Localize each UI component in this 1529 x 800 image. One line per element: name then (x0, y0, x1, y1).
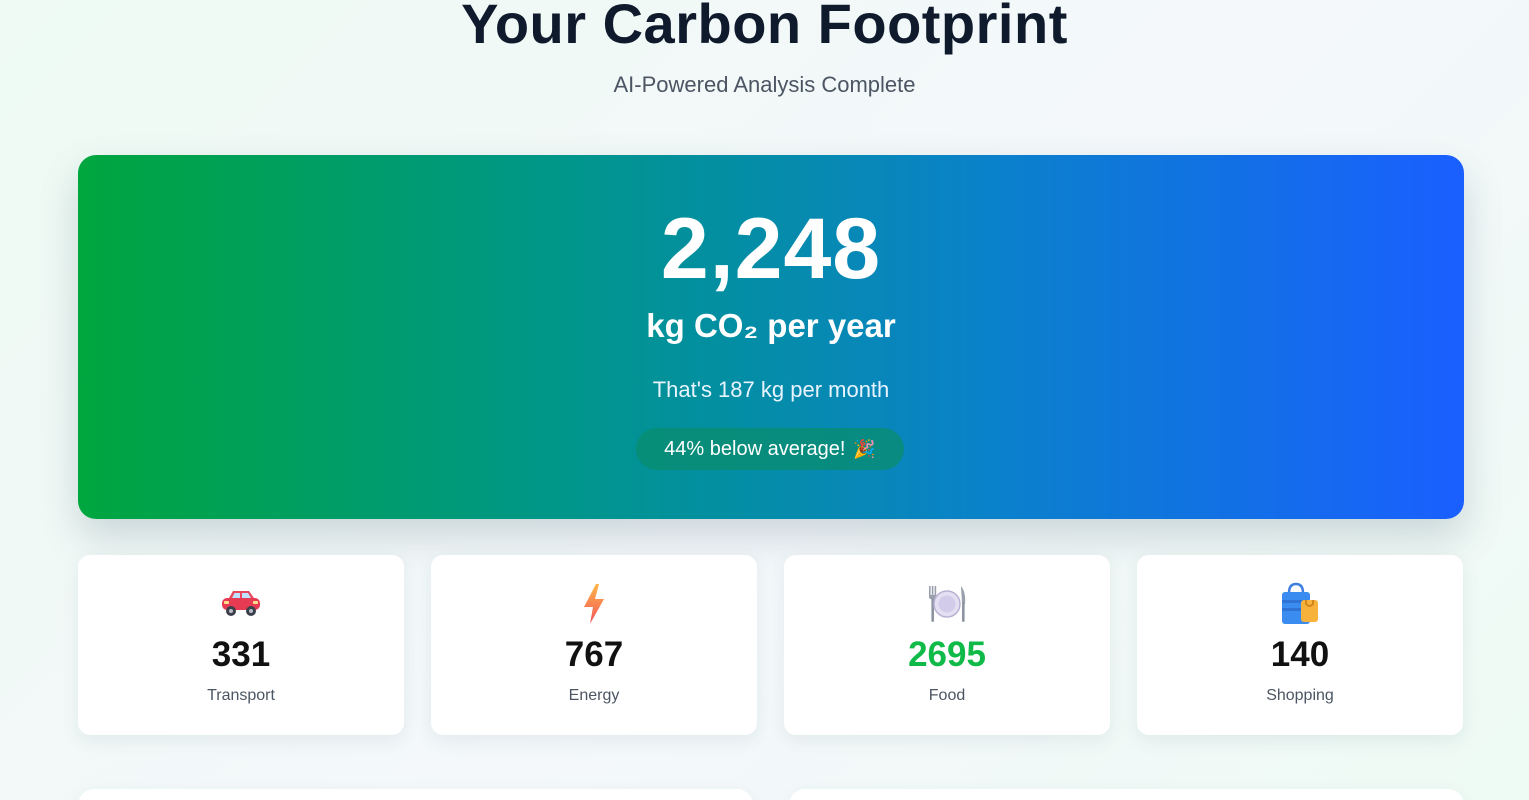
energy-value: 767 (564, 635, 624, 674)
shopping-label: Shopping (1266, 687, 1334, 704)
lightning-icon (431, 581, 757, 627)
shopping-value: 140 (1270, 635, 1330, 674)
transport-value: 331 (211, 635, 271, 674)
plate-cutlery-icon (784, 581, 1110, 627)
energy-label: Energy (568, 687, 620, 704)
transport-label: Transport (207, 687, 275, 704)
category-card-energy: 767 Energy (431, 555, 757, 735)
category-breakdown: 331 Transport 767 Energy 2695 Food 140 S… (78, 555, 1464, 735)
monthly-footprint-text: That's 187 kg per month (652, 377, 890, 402)
party-popper-icon: 🎉 (853, 438, 876, 459)
total-footprint-unit: kg CO₂ per year (646, 307, 896, 344)
lower-right-panel (789, 789, 1464, 800)
category-card-shopping: 140 Shopping (1137, 555, 1463, 735)
category-card-transport: 331 Transport (78, 555, 404, 735)
total-footprint-card: 2,248 kg CO₂ per year That's 187 kg per … (78, 155, 1464, 519)
food-value: 2695 (908, 635, 986, 674)
food-label: Food (928, 687, 966, 704)
total-footprint-value: 2,248 (660, 201, 882, 297)
lower-left-panel (78, 789, 753, 800)
category-card-food: 2695 Food (784, 555, 1110, 735)
comparison-badge: 44% below average! 🎉 (636, 428, 904, 470)
page-subtitle: AI-Powered Analysis Complete (613, 72, 916, 97)
comparison-badge-text: 44% below average! (664, 437, 846, 460)
page-title: Your Carbon Footprint (461, 0, 1068, 55)
results-page: Your Carbon Footprint AI-Powered Analysi… (0, 0, 1529, 800)
shopping-bag-icon (1137, 581, 1463, 627)
car-icon (78, 581, 404, 627)
